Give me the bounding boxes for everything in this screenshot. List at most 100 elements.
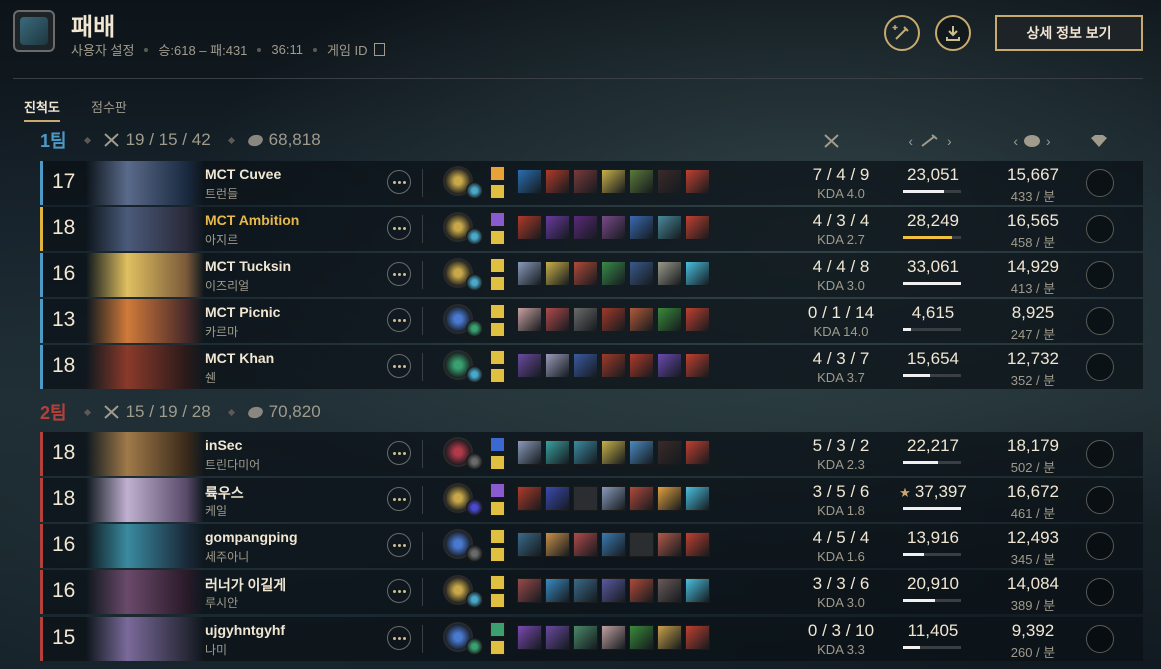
summoner-spell-2-icon[interactable]	[490, 184, 505, 199]
player-row[interactable]: 18 륙우스 케일 3 / 5 / 6 KDA 1.8 ★ 37,397 16,672 461 …	[40, 478, 1143, 522]
summoner-spell-2-icon[interactable]	[490, 640, 505, 655]
empty-item-slot[interactable]	[629, 532, 654, 557]
item-icon[interactable]	[601, 440, 626, 465]
item-icon[interactable]	[685, 307, 710, 332]
secondary-rune-icon[interactable]	[466, 453, 483, 470]
more-options-button[interactable]	[387, 354, 411, 378]
more-options-button[interactable]	[387, 626, 411, 650]
item-icon[interactable]	[545, 353, 570, 378]
more-options-button[interactable]	[387, 308, 411, 332]
item-icon[interactable]	[657, 486, 682, 511]
item-icon[interactable]	[545, 486, 570, 511]
item-icon[interactable]	[573, 169, 598, 194]
summoner-spell-1-icon[interactable]	[490, 483, 505, 498]
player-row[interactable]: 18 MCT Ambition 아지르 4 / 3 / 4 KDA 2.7 28,249 1…	[40, 207, 1143, 251]
summoner-spell-2-icon[interactable]	[490, 501, 505, 516]
more-options-button[interactable]	[387, 216, 411, 240]
trinket-slot[interactable]	[1086, 353, 1114, 381]
player-row[interactable]: 18 MCT Khan 쉔 4 / 3 / 7 KDA 3.7 15,654 12,732 3…	[40, 345, 1143, 389]
item-icon[interactable]	[657, 440, 682, 465]
item-icon[interactable]	[685, 486, 710, 511]
item-icon[interactable]	[545, 307, 570, 332]
item-icon[interactable]	[685, 440, 710, 465]
trinket-slot[interactable]	[1086, 486, 1114, 514]
item-icon[interactable]	[657, 307, 682, 332]
item-icon[interactable]	[657, 215, 682, 240]
item-icon[interactable]	[629, 486, 654, 511]
item-icon[interactable]	[601, 307, 626, 332]
player-row[interactable]: 17 MCT Cuvee 트런들 7 / 4 / 9 KDA 4.0 23,051 15,6…	[40, 161, 1143, 205]
trinket-slot[interactable]	[1086, 169, 1114, 197]
item-icon[interactable]	[517, 215, 542, 240]
summoner-name[interactable]: 륙우스	[205, 483, 244, 503]
item-icon[interactable]	[685, 578, 710, 603]
item-icon[interactable]	[685, 261, 710, 286]
more-options-button[interactable]	[387, 170, 411, 194]
item-icon[interactable]	[517, 486, 542, 511]
more-options-button[interactable]	[387, 487, 411, 511]
player-row[interactable]: 13 MCT Picnic 카르마 0 / 1 / 14 KDA 14.0 4,615 8,…	[40, 299, 1143, 343]
summoner-spell-2-icon[interactable]	[490, 368, 505, 383]
trinket-slot[interactable]	[1086, 440, 1114, 468]
copy-icon[interactable]	[373, 43, 385, 56]
summoner-name[interactable]: MCT Khan	[205, 350, 274, 366]
item-icon[interactable]	[517, 578, 542, 603]
item-icon[interactable]	[629, 169, 654, 194]
item-icon[interactable]	[685, 532, 710, 557]
summoner-name[interactable]: ujgyhntgyhf	[205, 622, 285, 638]
item-icon[interactable]	[545, 215, 570, 240]
trinket-slot[interactable]	[1086, 578, 1114, 606]
trinket-slot[interactable]	[1086, 215, 1114, 243]
item-icon[interactable]	[573, 625, 598, 650]
item-icon[interactable]	[629, 307, 654, 332]
item-icon[interactable]	[657, 532, 682, 557]
item-icon[interactable]	[517, 532, 542, 557]
item-icon[interactable]	[545, 578, 570, 603]
more-options-button[interactable]	[387, 533, 411, 557]
view-details-button[interactable]: 상세 정보 보기	[995, 15, 1143, 51]
more-options-button[interactable]	[387, 441, 411, 465]
secondary-rune-icon[interactable]	[466, 320, 483, 337]
gold-column-header[interactable]: ‹ ›	[1000, 131, 1064, 151]
trinket-slot[interactable]	[1086, 261, 1114, 289]
summoner-spell-1-icon[interactable]	[490, 529, 505, 544]
item-icon[interactable]	[685, 169, 710, 194]
item-icon[interactable]	[545, 532, 570, 557]
summoner-spell-1-icon[interactable]	[490, 166, 505, 181]
summoner-spell-1-icon[interactable]	[490, 304, 505, 319]
item-icon[interactable]	[601, 578, 626, 603]
item-icon[interactable]	[545, 440, 570, 465]
item-icon[interactable]	[545, 625, 570, 650]
add-champion-button[interactable]	[884, 15, 920, 51]
player-row[interactable]: 16 gompangping 세주아니 4 / 5 / 4 KDA 1.6 13,916 1…	[40, 524, 1143, 568]
summoner-spell-2-icon[interactable]	[490, 593, 505, 608]
summoner-name[interactable]: 러너가 이길게	[205, 575, 286, 595]
item-icon[interactable]	[517, 625, 542, 650]
item-icon[interactable]	[629, 353, 654, 378]
tab-scoreboard[interactable]: 점수판	[91, 97, 127, 116]
item-icon[interactable]	[545, 261, 570, 286]
summoner-name[interactable]: MCT Picnic	[205, 304, 280, 320]
summoner-spell-2-icon[interactable]	[490, 230, 505, 245]
item-icon[interactable]	[685, 353, 710, 378]
item-icon[interactable]	[601, 215, 626, 240]
summoner-name[interactable]: inSec	[205, 437, 242, 453]
item-icon[interactable]	[573, 532, 598, 557]
secondary-rune-icon[interactable]	[466, 545, 483, 562]
empty-item-slot[interactable]	[573, 486, 598, 511]
secondary-rune-icon[interactable]	[466, 366, 483, 383]
player-row[interactable]: 16 러너가 이길게 루시안 3 / 3 / 6 KDA 3.0 20,910 14,084…	[40, 570, 1143, 614]
summoner-spell-2-icon[interactable]	[490, 455, 505, 470]
item-icon[interactable]	[629, 261, 654, 286]
secondary-rune-icon[interactable]	[466, 499, 483, 516]
summoner-spell-1-icon[interactable]	[490, 258, 505, 273]
item-icon[interactable]	[573, 440, 598, 465]
more-options-button[interactable]	[387, 262, 411, 286]
item-icon[interactable]	[601, 625, 626, 650]
item-icon[interactable]	[657, 261, 682, 286]
more-options-button[interactable]	[387, 579, 411, 603]
item-icon[interactable]	[573, 578, 598, 603]
item-icon[interactable]	[517, 261, 542, 286]
item-icon[interactable]	[573, 215, 598, 240]
secondary-rune-icon[interactable]	[466, 182, 483, 199]
